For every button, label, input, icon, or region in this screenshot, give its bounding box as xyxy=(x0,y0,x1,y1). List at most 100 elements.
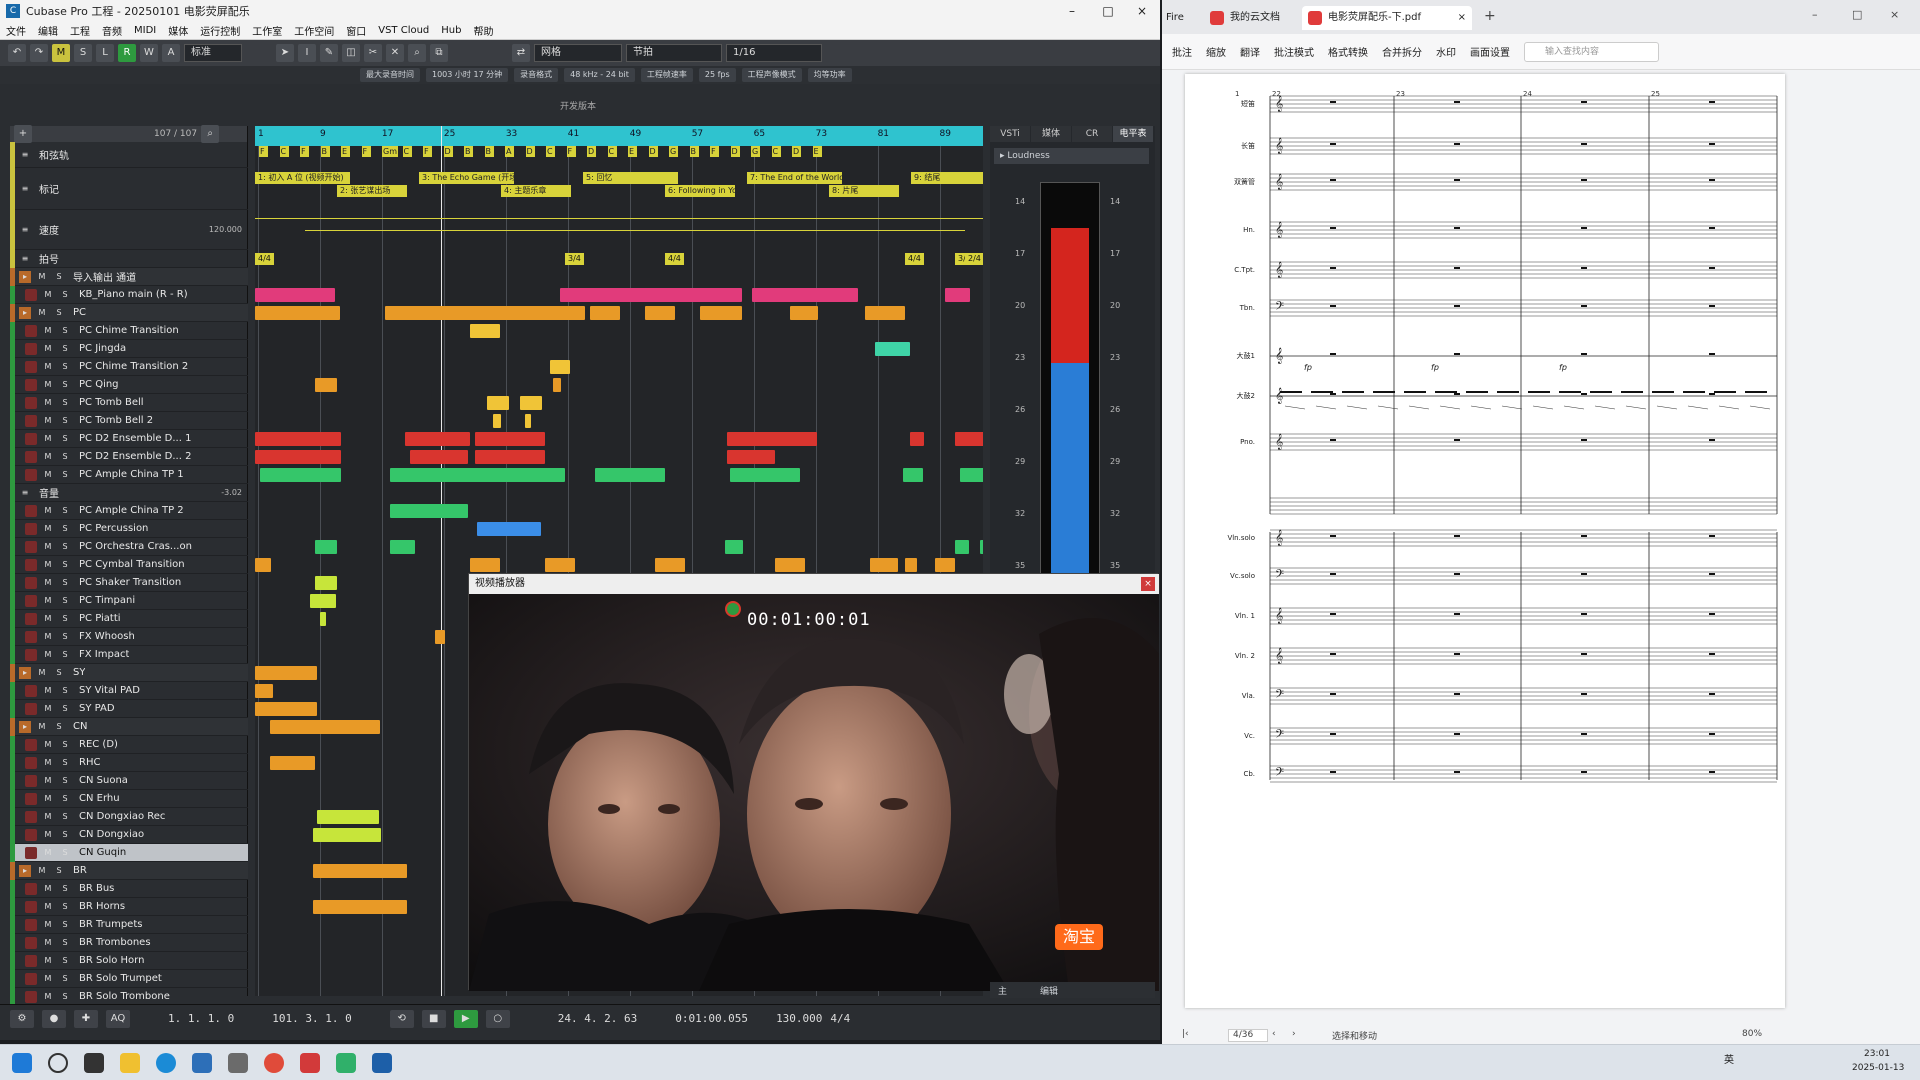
pdf-tool-5[interactable]: 合并拆分 xyxy=(1382,44,1422,59)
calculator-icon[interactable] xyxy=(228,1053,248,1073)
mode-l-button[interactable]: L xyxy=(96,44,114,62)
marker-event[interactable]: 3: The Echo Game (开场) xyxy=(419,172,514,184)
record-enable-icon[interactable] xyxy=(25,432,37,445)
chord-event[interactable]: C xyxy=(771,146,781,157)
clock-date[interactable]: 2025-01-13 xyxy=(1852,1063,1904,1073)
solo-button[interactable]: S xyxy=(59,361,71,373)
mute-button[interactable]: M xyxy=(42,955,54,967)
midi-clip[interactable] xyxy=(320,612,326,626)
chord-event[interactable]: F xyxy=(361,146,371,157)
mute-button[interactable]: M xyxy=(42,883,54,895)
mute-button[interactable]: M xyxy=(42,775,54,787)
track-row[interactable]: M S BR Solo Horn xyxy=(10,951,248,970)
record-enable-icon[interactable] xyxy=(25,576,37,589)
tempo-curve[interactable] xyxy=(305,230,965,231)
midi-clip[interactable] xyxy=(487,396,509,410)
mute-button[interactable]: M xyxy=(36,865,48,877)
track-row[interactable]: M S PC Orchestra Cras...on xyxy=(10,537,248,556)
solo-button[interactable]: S xyxy=(59,397,71,409)
record-enable-icon[interactable] xyxy=(25,396,37,409)
chord-event[interactable]: G xyxy=(669,146,678,157)
tempo-curve[interactable] xyxy=(255,218,983,219)
mute-button[interactable]: M xyxy=(42,649,54,661)
store-icon[interactable] xyxy=(192,1053,212,1073)
track-row[interactable]: M S PC Cymbal Transition xyxy=(10,555,248,574)
tab-edit[interactable]: 编辑 xyxy=(1040,984,1058,997)
play-icon[interactable]: ▶ xyxy=(453,1009,478,1028)
timeline-ruler[interactable]: 1 9 17 25 33 41 49 57 65 73 81 89 xyxy=(255,126,983,146)
midi-clip[interactable] xyxy=(980,540,983,554)
chord-event[interactable]: E xyxy=(341,146,350,157)
midi-clip[interactable] xyxy=(315,378,337,392)
solo-button[interactable]: S xyxy=(59,289,71,301)
record-enable-icon[interactable] xyxy=(25,972,37,985)
solo-button[interactable]: S xyxy=(59,703,71,715)
mute-button[interactable]: M xyxy=(42,613,54,625)
grid-type-select[interactable]: 节拍 xyxy=(626,44,722,62)
marker-event[interactable]: 4: 主题乐章 xyxy=(501,185,571,197)
midi-clip[interactable] xyxy=(935,558,955,572)
track-row[interactable]: ▸ M S SY xyxy=(10,663,248,682)
chord-event[interactable]: B xyxy=(484,146,494,157)
track-row[interactable]: M S KB_Piano main (R - R) xyxy=(10,285,248,304)
folder-icon[interactable]: ▸ xyxy=(19,666,31,679)
mute-button[interactable]: M xyxy=(42,559,54,571)
midi-clip[interactable] xyxy=(725,540,743,554)
midi-clip[interactable] xyxy=(545,558,575,572)
signature-event[interactable]: 3/4 xyxy=(565,253,584,265)
signature-event[interactable]: 4/4 xyxy=(665,253,684,265)
left-locator[interactable]: 1. 1. 1. 0 xyxy=(168,1012,234,1025)
midi-clip[interactable] xyxy=(390,540,415,554)
mute-button[interactable]: M xyxy=(42,595,54,607)
midi-clip[interactable] xyxy=(525,414,531,428)
mute-button[interactable]: M xyxy=(42,343,54,355)
menu-item-3[interactable]: 音频 xyxy=(102,23,122,38)
record-enable-icon[interactable] xyxy=(25,360,37,373)
record-enable-icon[interactable] xyxy=(25,594,37,607)
pdf-minimize-icon[interactable]: – xyxy=(1812,8,1818,21)
tab-main[interactable]: 主 xyxy=(998,984,1007,997)
record-enable-icon[interactable] xyxy=(25,774,37,787)
pdf-tool-3[interactable]: 批注模式 xyxy=(1274,44,1314,59)
track-row[interactable]: M S PC Ample China TP 1 xyxy=(10,465,248,484)
track-row[interactable]: M S PC D2 Ensemble D... 2 xyxy=(10,447,248,466)
menu-item-9[interactable]: 窗口 xyxy=(346,23,366,38)
chord-event[interactable]: A xyxy=(505,146,514,157)
track-row[interactable]: M S CN Guqin xyxy=(10,843,248,862)
solo-button[interactable]: S xyxy=(59,973,71,985)
midi-clip[interactable] xyxy=(255,702,317,716)
solo-button[interactable]: S xyxy=(59,325,71,337)
marker-event[interactable]: 1: 初入 A 位 (视频开始) xyxy=(255,172,350,184)
marker-event[interactable]: 7: The End of the World 结束 xyxy=(747,172,842,184)
solo-button[interactable]: S xyxy=(53,271,65,283)
track-row[interactable]: M S PC Jingda xyxy=(10,339,248,358)
midi-clip[interactable] xyxy=(477,522,541,536)
right-tab-0[interactable]: VSTi xyxy=(990,126,1030,142)
mute-button[interactable]: M xyxy=(42,901,54,913)
split-tool-icon[interactable]: ✂ xyxy=(364,44,382,62)
solo-button[interactable]: S xyxy=(59,685,71,697)
mute-button[interactable]: M xyxy=(42,523,54,535)
chord-event[interactable]: F xyxy=(259,146,268,157)
track-row[interactable]: ≡ 速度 120.000 xyxy=(10,209,248,250)
chord-event[interactable]: B xyxy=(689,146,699,157)
solo-button[interactable]: S xyxy=(59,415,71,427)
mute-button[interactable]: M xyxy=(42,631,54,643)
solo-button[interactable]: S xyxy=(59,505,71,517)
cubase-taskbar-icon[interactable] xyxy=(372,1053,392,1073)
solo-button[interactable]: S xyxy=(59,757,71,769)
midi-clip[interactable] xyxy=(255,450,341,464)
tab-cloud-docs[interactable]: 我的云文档 xyxy=(1204,6,1302,30)
pdf-nav-first-icon[interactable]: |‹ xyxy=(1182,1029,1189,1039)
solo-button[interactable]: S xyxy=(59,811,71,823)
mute-button[interactable]: M xyxy=(42,793,54,805)
solo-button[interactable]: S xyxy=(59,379,71,391)
snap-icon[interactable]: ⇄ xyxy=(512,44,530,62)
solo-button[interactable]: S xyxy=(59,847,71,859)
edge-icon[interactable] xyxy=(156,1053,176,1073)
right-tab-3[interactable]: 电平表 xyxy=(1113,126,1153,142)
solo-button[interactable]: S xyxy=(53,721,65,733)
mode-m-button[interactable]: M xyxy=(52,44,70,62)
track-row[interactable]: M S BR Solo Trumpet xyxy=(10,969,248,988)
clock-time[interactable]: 23:01 xyxy=(1864,1049,1890,1059)
